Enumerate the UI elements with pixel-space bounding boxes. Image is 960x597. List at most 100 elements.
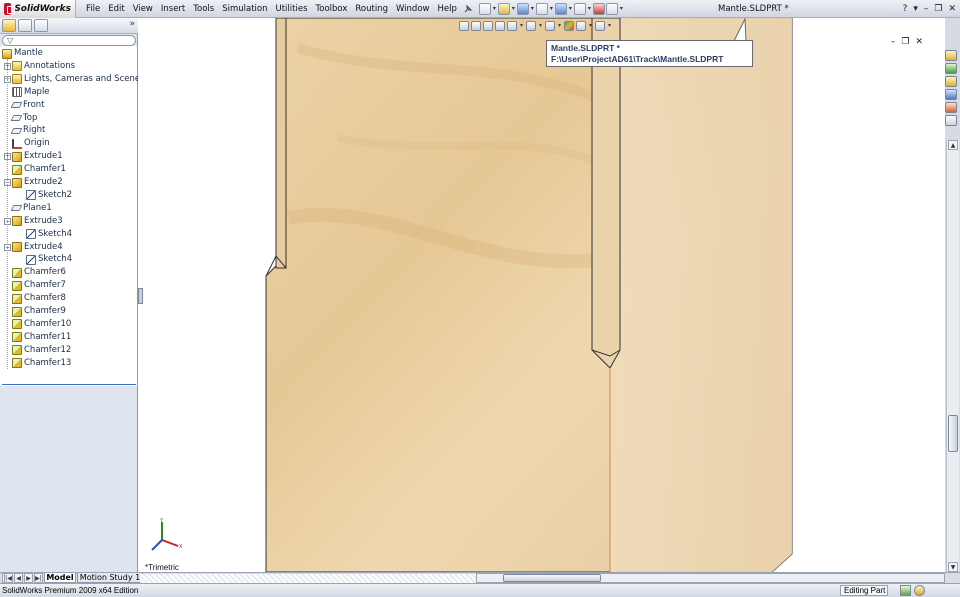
tree-node-chamfer12[interactable]: Chamfer12	[4, 344, 71, 357]
tree-node-lights-cameras-and-scene[interactable]: + Lights, Cameras and Scene	[4, 73, 140, 86]
tree-node-maple[interactable]: Maple	[4, 86, 50, 99]
menu-toolbox[interactable]: Toolbox	[312, 0, 352, 18]
apply-scene-dropdown-icon[interactable]: ▾	[588, 22, 593, 29]
view-orientation-dropdown-icon[interactable]: ▾	[519, 22, 524, 29]
view-settings-icon[interactable]	[595, 20, 605, 31]
solidworks-logo[interactable]: SolidWorks	[0, 0, 76, 18]
custom-properties-icon[interactable]	[945, 115, 957, 126]
hide-show-dropdown-icon[interactable]: ▾	[557, 22, 562, 29]
tree-node-sketch4[interactable]: Sketch4	[18, 228, 72, 241]
tab-prev-icon[interactable]: ◀	[14, 573, 23, 583]
open-folder-icon[interactable]	[497, 2, 510, 15]
tree-node-chamfer10[interactable]: Chamfer10	[4, 318, 71, 331]
section-view-icon[interactable]	[495, 20, 505, 31]
display-style-icon[interactable]	[526, 20, 536, 31]
options-dropdown-icon[interactable]: ▾	[619, 3, 624, 15]
appearances-scenes-icon[interactable]	[945, 102, 957, 113]
vertical-scroll-thumb[interactable]	[948, 415, 958, 452]
hide-show-items-icon[interactable]	[545, 20, 555, 31]
tree-node-extrude1[interactable]: + Extrude1	[4, 150, 63, 163]
menu-utilities[interactable]: Utilities	[272, 0, 312, 18]
panel-splitter-handle[interactable]	[138, 288, 143, 304]
scroll-up-icon[interactable]: ▲	[948, 140, 958, 150]
pin-menu-icon[interactable]	[463, 4, 473, 14]
tree-node-extrude4[interactable]: − Extrude4	[4, 241, 63, 254]
tree-node-chamfer6[interactable]: Chamfer6	[4, 266, 66, 279]
tree-node-annotations[interactable]: + Annotations	[4, 60, 75, 73]
menu-view[interactable]: View	[129, 0, 157, 18]
tree-node-origin[interactable]: Origin	[4, 137, 50, 150]
zoom-to-area-icon[interactable]	[471, 20, 481, 31]
undo-dropdown-icon[interactable]: ▾	[568, 3, 573, 15]
undo-icon[interactable]	[554, 2, 567, 15]
tree-node-chamfer11[interactable]: Chamfer11	[4, 331, 71, 344]
view-orientation-icon[interactable]	[507, 20, 517, 31]
feature-manager-tab-icon[interactable]	[2, 19, 16, 32]
tab-next-icon[interactable]: ▶	[24, 573, 33, 583]
tab-motion-study[interactable]: Motion Study 1	[77, 573, 143, 583]
menu-window[interactable]: Window	[392, 0, 434, 18]
apply-scene-icon[interactable]	[576, 20, 586, 31]
property-manager-tab-icon[interactable]	[18, 19, 32, 32]
tree-node-chamfer8[interactable]: Chamfer8	[4, 292, 66, 305]
menu-insert[interactable]: Insert	[157, 0, 189, 18]
solidworks-resources-icon[interactable]	[945, 50, 957, 61]
view-settings-dropdown-icon[interactable]: ▾	[607, 22, 612, 29]
tree-node-right[interactable]: Right	[4, 124, 45, 137]
close-icon[interactable]: ✕	[948, 4, 956, 14]
tree-node-front[interactable]: Front	[4, 99, 45, 112]
scroll-down-icon[interactable]: ▼	[948, 562, 958, 572]
viewport-restore-icon[interactable]: ❐	[901, 37, 909, 47]
tree-node-sketch4[interactable]: Sketch4	[18, 253, 72, 266]
vertical-scrollbar[interactable]: ▲ ▼	[946, 140, 959, 572]
menu-help[interactable]: Help	[433, 0, 460, 18]
new-dropdown-icon[interactable]: ▾	[492, 3, 497, 15]
collapse-panel-icon[interactable]: »	[129, 19, 135, 29]
tree-node-plane1[interactable]: Plane1	[4, 202, 52, 215]
tab-last-icon[interactable]: ▶|	[34, 573, 43, 583]
design-library-icon[interactable]	[945, 63, 957, 74]
options-icon[interactable]	[605, 2, 618, 15]
horizontal-scrollbar[interactable]	[476, 573, 945, 583]
zoom-to-fit-icon[interactable]	[459, 20, 469, 31]
tab-first-icon[interactable]: |◀	[4, 573, 13, 583]
tree-node-extrude2[interactable]: − Extrude2	[4, 176, 63, 189]
select-pointer-icon[interactable]	[573, 2, 586, 15]
print-dropdown-icon[interactable]: ▾	[549, 3, 554, 15]
menu-file[interactable]: File	[82, 0, 104, 18]
menu-edit[interactable]: Edit	[104, 0, 128, 18]
help-icon[interactable]: ?	[903, 4, 908, 14]
tree-node-extrude3[interactable]: − Extrude3	[4, 215, 63, 228]
minimize-icon[interactable]: –	[924, 4, 929, 14]
previous-view-icon[interactable]	[483, 20, 493, 31]
display-style-dropdown-icon[interactable]: ▾	[538, 22, 543, 29]
tree-node-sketch2[interactable]: Sketch2	[18, 189, 72, 202]
tree-node-chamfer13[interactable]: Chamfer13	[4, 357, 71, 370]
viewport-minimize-icon[interactable]: –	[891, 37, 896, 47]
restore-icon[interactable]: ❐	[934, 4, 942, 14]
rebuild-icon[interactable]	[592, 2, 605, 15]
new-document-icon[interactable]	[478, 2, 491, 15]
print-icon[interactable]	[535, 2, 548, 15]
menu-simulation[interactable]: Simulation	[218, 0, 271, 18]
tree-node-top[interactable]: Top	[4, 112, 37, 125]
tree-filter-input[interactable]: ▽	[2, 35, 136, 46]
select-dropdown-icon[interactable]: ▾	[587, 3, 592, 15]
tree-node-chamfer7[interactable]: Chamfer7	[4, 279, 66, 292]
open-dropdown-icon[interactable]: ▾	[511, 3, 516, 15]
tab-model[interactable]: Model	[44, 573, 76, 583]
rollback-bar[interactable]	[2, 384, 136, 385]
tree-node-chamfer9[interactable]: Chamfer9	[4, 305, 66, 318]
save-dropdown-icon[interactable]: ▾	[530, 3, 535, 15]
menu-tools[interactable]: Tools	[189, 0, 218, 18]
viewport-close-icon[interactable]: ✕	[915, 37, 923, 47]
tree-node-mantle[interactable]: Mantle	[2, 47, 43, 60]
edit-appearance-icon[interactable]	[564, 20, 574, 31]
tree-node-chamfer1[interactable]: Chamfer1	[4, 163, 66, 176]
help-dropdown-icon[interactable]: ▾	[913, 4, 918, 14]
configuration-manager-tab-icon[interactable]	[34, 19, 48, 32]
save-icon[interactable]	[516, 2, 529, 15]
menu-routing[interactable]: Routing	[351, 0, 392, 18]
file-explorer-icon[interactable]	[945, 76, 957, 87]
search-icon[interactable]	[945, 89, 957, 100]
